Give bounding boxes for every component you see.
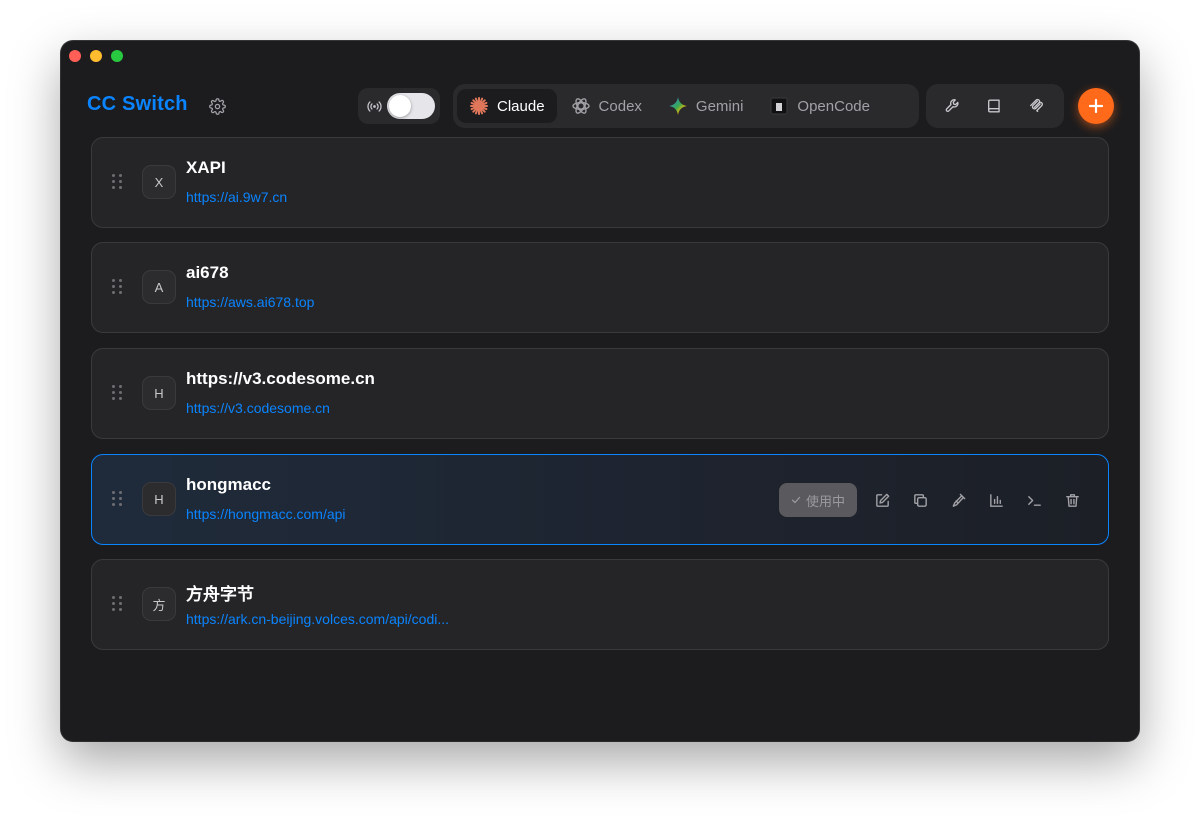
broadcast-icon	[365, 97, 383, 115]
provider-url[interactable]: https://hongmacc.com/api	[186, 506, 346, 522]
provider-avatar: A	[142, 270, 176, 304]
app-title: CC Switch	[87, 93, 188, 115]
provider-url[interactable]: https://ark.cn-beijing.volces.com/api/co…	[186, 611, 449, 627]
add-provider-button[interactable]	[1078, 88, 1114, 124]
provider-avatar: H	[142, 376, 176, 410]
provider-card[interactable]: 方 方舟字节 https://ark.cn-beijing.volces.com…	[91, 559, 1109, 650]
tab-codex[interactable]: Codex	[559, 89, 654, 123]
in-use-label: 使用中	[805, 493, 845, 509]
provider-card-active[interactable]: H hongmacc https://hongmacc.com/api 使用中	[91, 454, 1109, 545]
tab-gemini[interactable]: Gemini	[656, 89, 756, 123]
edit-icon	[875, 493, 889, 507]
delete-button[interactable]	[1053, 483, 1091, 517]
provider-name: hongmacc	[186, 475, 272, 494]
mcp-button[interactable]	[1022, 91, 1052, 121]
test-button[interactable]	[939, 483, 977, 517]
usage-chart-icon	[989, 493, 1003, 507]
proxy-control	[358, 88, 440, 124]
claude-icon	[469, 96, 489, 116]
mcp-icon	[1030, 98, 1043, 113]
prompts-button[interactable]	[980, 91, 1010, 121]
plus-icon	[1088, 98, 1104, 114]
provider-avatar: X	[142, 165, 176, 199]
codex-icon	[571, 96, 591, 116]
book-icon	[988, 99, 1000, 113]
provider-actions: 使用中	[779, 483, 1091, 517]
toggle-knob	[389, 95, 411, 117]
drag-handle-icon[interactable]	[112, 174, 124, 190]
delete-icon	[1065, 493, 1079, 507]
tab-claude[interactable]: Claude	[457, 89, 557, 123]
proxy-toggle[interactable]	[387, 93, 435, 119]
provider-card[interactable]: A ai678 https://aws.ai678.top	[91, 242, 1109, 333]
tab-opencode[interactable]: OpenCode	[757, 89, 882, 123]
provider-avatar: H	[142, 482, 176, 516]
close-window-button[interactable]	[69, 50, 81, 62]
usage-button[interactable]	[977, 483, 1015, 517]
settings-button[interactable]	[207, 96, 227, 116]
drag-handle-icon[interactable]	[112, 491, 124, 507]
maximize-window-button[interactable]	[111, 50, 123, 62]
tab-label: Claude	[497, 97, 545, 115]
provider-card[interactable]: H https://v3.codesome.cn https://v3.code…	[91, 348, 1109, 439]
minimize-window-button[interactable]	[90, 50, 102, 62]
provider-card[interactable]: X XAPI https://ai.9w7.cn	[91, 137, 1109, 228]
provider-url[interactable]: https://ai.9w7.cn	[186, 189, 287, 205]
wrench-icon	[945, 99, 959, 113]
window-controls	[69, 50, 123, 62]
opencode-icon	[769, 96, 789, 116]
gear-icon	[208, 97, 226, 115]
edit-button[interactable]	[863, 483, 901, 517]
app-tabs: Claude Codex Gemini OpenCode	[453, 84, 919, 128]
app-window: X XAPI https://ai.9w7.cn A ai678 https:/…	[61, 41, 1139, 741]
gemini-icon	[668, 96, 688, 116]
drag-handle-icon[interactable]	[112, 279, 124, 295]
provider-name: 方舟字节	[186, 585, 254, 604]
in-use-button[interactable]: 使用中	[779, 483, 857, 517]
provider-name: XAPI	[186, 158, 226, 177]
skills-button[interactable]	[938, 91, 968, 121]
terminal-icon	[1027, 495, 1041, 506]
drag-handle-icon[interactable]	[112, 385, 124, 401]
provider-avatar: 方	[142, 587, 176, 621]
tools-toolbar	[926, 84, 1064, 128]
test-icon	[952, 493, 965, 507]
check-icon	[791, 496, 801, 504]
provider-url[interactable]: https://v3.codesome.cn	[186, 400, 330, 416]
tab-label: Gemini	[695, 97, 744, 115]
provider-name: https://v3.codesome.cn	[186, 369, 375, 388]
provider-name: ai678	[186, 263, 229, 282]
terminal-button[interactable]	[1015, 483, 1053, 517]
drag-handle-icon[interactable]	[112, 596, 124, 612]
duplicate-icon	[913, 493, 927, 507]
provider-url[interactable]: https://aws.ai678.top	[186, 294, 314, 310]
duplicate-button[interactable]	[901, 483, 939, 517]
tab-label: OpenCode	[797, 97, 870, 115]
tab-label: Codex	[598, 97, 642, 115]
